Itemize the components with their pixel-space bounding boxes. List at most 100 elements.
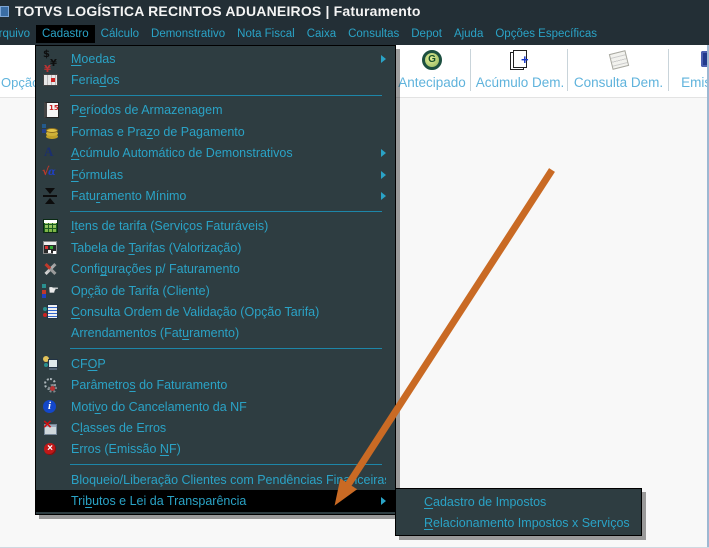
antecipado-icon: [396, 49, 468, 74]
tributos-submenu: Cadastro de Impostos Relacionamento Impos…: [395, 488, 642, 536]
window-title: TOTVS LOGÍSTICA RECINTOS ADUANEIROS | Fatu…: [15, 3, 421, 19]
menu-item-cfop[interactable]: CFOP: [36, 353, 395, 374]
coins-icon: [42, 123, 59, 140]
menubar-item-cadastro[interactable]: Cadastro: [36, 24, 95, 43]
menu-item-label: Fórmulas: [71, 167, 124, 182]
emission-icon: [672, 49, 709, 74]
menu-item-formulas[interactable]: Fórmulas: [36, 164, 395, 185]
icon-placeholder: [42, 493, 59, 509]
info-icon: [42, 399, 59, 415]
menu-item-arrendamentos-faturamento[interactable]: Arrendamentos (Faturamento): [36, 323, 395, 344]
toolbar-button-consulta-dem[interactable]: Consulta Dem.: [570, 49, 667, 90]
menubar-item-demonstrativo[interactable]: Demonstrativo: [145, 25, 231, 43]
compress-icon: [42, 188, 59, 205]
toolbar-button-label: Emissão: [681, 75, 709, 90]
menu-item-label: Tabela de Tarifas (Valorização): [71, 240, 242, 255]
menu-item-faturamento-minimo[interactable]: Faturamento Mínimo: [36, 185, 395, 206]
menubar-item-arquivo[interactable]: Arquivo: [0, 25, 36, 43]
menu-item-label: Classes de Erros: [71, 420, 167, 435]
tariff-table-icon: [42, 240, 59, 256]
menu-item-label: Cadastro de Impostos: [424, 494, 547, 509]
currency-icon: [42, 49, 59, 69]
icon-placeholder: [42, 472, 59, 488]
menu-item-itens-de-tarifa-servicos-faturaveis[interactable]: Itens de tarifa (Serviços Faturáveis): [36, 216, 395, 237]
menu-item-configuracoes-p-faturamento[interactable]: Configurações p/ Faturamento: [36, 259, 395, 280]
toolbar-button-opcao[interactable]: Opção: [1, 75, 39, 90]
menu-item-label: Itens de tarifa (Serviços Faturáveis): [71, 219, 269, 234]
toolbar-button-emissao[interactable]: Emissão: [672, 49, 709, 90]
grid-table-icon: [42, 218, 59, 234]
menu-item-label: Moedas: [71, 51, 116, 66]
user-computer-icon: [42, 355, 59, 372]
menu-item-label: Tributos e Lei da Transparência: [71, 494, 247, 509]
menu-item-label: CFOP: [71, 356, 106, 371]
menubar-item-caixa[interactable]: Caixa: [301, 25, 342, 43]
menu-item-cadastro-de-impostos[interactable]: Cadastro de Impostos: [396, 491, 641, 512]
toolbar-button-label: Acúmulo Dem.: [475, 75, 565, 90]
formula-icon: [42, 165, 59, 183]
menubar-item-calculo[interactable]: Cálculo: [95, 25, 145, 43]
notes-icon: [570, 49, 667, 74]
menubar-item-ajuda[interactable]: Ajuda: [448, 25, 489, 43]
menu-item-motivo-do-cancelamento-da-nf[interactable]: Motivo do Cancelamento da NF: [36, 396, 395, 417]
menu-item-opcao-de-tarifa-cliente[interactable]: Opção de Tarifa (Cliente): [36, 280, 395, 301]
title-bar: TOTVS LOGÍSTICA RECINTOS ADUANEIROS | Fatu…: [0, 0, 709, 22]
app-window: { "window": { "title_main": "TOTVS LOGÍS…: [0, 0, 709, 548]
toolbar-button-label: Consulta Dem.: [573, 75, 664, 90]
menu-item-erros-emissao-nf[interactable]: Erros (Emissão NF): [36, 439, 395, 460]
menu-item-label: Opção de Tarifa (Cliente): [71, 283, 210, 298]
menubar-item-consultas[interactable]: Consultas: [342, 25, 405, 43]
menu-item-label: Acúmulo Automático de Demonstrativos: [71, 146, 293, 161]
menu-item-moedas[interactable]: Moedas: [36, 48, 395, 69]
menu-item-label: Faturamento Mínimo: [71, 189, 187, 204]
menubar: ArquivoCadastroCálculoDemonstrativoNota …: [0, 22, 709, 45]
menu-item-feriados[interactable]: Feriados: [36, 69, 395, 90]
toolbar-separator: [567, 49, 568, 91]
menu-item-label: Parâmetros do Faturamento: [71, 378, 228, 393]
document-search-icon: [42, 303, 59, 320]
error-class-icon: [42, 416, 59, 436]
menu-item-label: Motivo do Cancelamento da NF: [71, 399, 247, 414]
error-circle-icon: [42, 441, 59, 457]
menu-separator: [70, 210, 382, 212]
submenu-arrow-icon: [381, 54, 386, 63]
document-plus-icon: [474, 49, 566, 74]
calendar-icon: [42, 72, 59, 88]
menu-item-periodos-de-armazenagem[interactable]: Períodos de Armazenagem: [36, 100, 395, 121]
menubar-item-opcoes-especificas[interactable]: Opções Específicas: [489, 25, 603, 43]
menu-item-label: Erros (Emissão NF): [71, 442, 181, 457]
menu-item-label: Períodos de Armazenagem: [71, 103, 223, 118]
menu-item-label: Bloqueio/Liberação Clientes com Pendênci…: [71, 472, 386, 487]
toolbar-button-label: Antecipado: [398, 75, 466, 90]
menu-separator: [70, 348, 382, 350]
menu-item-consulta-ordem-de-validacao-opcao-tarifa[interactable]: Consulta Ordem de Validação (Opção Tarif…: [36, 301, 395, 322]
icon-placeholder: [42, 325, 59, 341]
menu-item-classes-de-erros[interactable]: Classes de Erros: [36, 416, 395, 438]
menu-item-formas-e-prazo-de-pagamento[interactable]: Formas e Prazo de Pagamento: [36, 121, 395, 142]
submenu-arrow-icon: [381, 149, 386, 158]
menu-item-bloqueio-liberacao-clientes-com-pendencias-financeiras[interactable]: Bloqueio/Liberação Clientes com Pendênci…: [36, 469, 395, 490]
menu-item-acumulo-automatico-de-demonstrativos[interactable]: Acúmulo Automático de Demonstrativos: [36, 143, 395, 164]
submenu-arrow-icon: [381, 497, 386, 506]
gears-icon: [42, 377, 59, 394]
toolbar-separator: [470, 49, 471, 91]
toolbar-button-acumulo-dem[interactable]: Acúmulo Dem.: [474, 49, 566, 90]
letter-a-icon: [42, 144, 59, 161]
calendar-period-icon: [42, 102, 59, 119]
menubar-item-nota-fiscal[interactable]: Nota Fiscal: [231, 25, 301, 43]
menu-item-parametros-do-faturamento[interactable]: Parâmetros do Faturamento: [36, 374, 395, 395]
menu-item-label: Arrendamentos (Faturamento): [71, 326, 240, 341]
toolbar-button-antecipado[interactable]: Antecipado: [396, 49, 468, 90]
menubar-item-depot[interactable]: Depot: [405, 25, 448, 43]
app-icon: [0, 5, 9, 17]
cadastro-menu: Moedas Feriados Períodos de Armazenagem For…: [35, 45, 396, 515]
menu-item-relacionamento-impostos-x-servicos[interactable]: Relacionamento Impostos x Serviços: [396, 512, 641, 533]
menu-separator: [70, 94, 382, 96]
tools-icon: [42, 261, 59, 277]
submenu-arrow-icon: [381, 170, 386, 179]
submenu-arrow-icon: [381, 192, 386, 201]
pointing-hand-icon: [42, 282, 59, 299]
menu-separator: [70, 464, 382, 466]
menu-item-tributos-e-lei-da-transparencia[interactable]: Tributos e Lei da Transparência: [36, 490, 395, 512]
menu-item-tabela-de-tarifas-valorizacao[interactable]: Tabela de Tarifas (Valorização): [36, 237, 395, 258]
